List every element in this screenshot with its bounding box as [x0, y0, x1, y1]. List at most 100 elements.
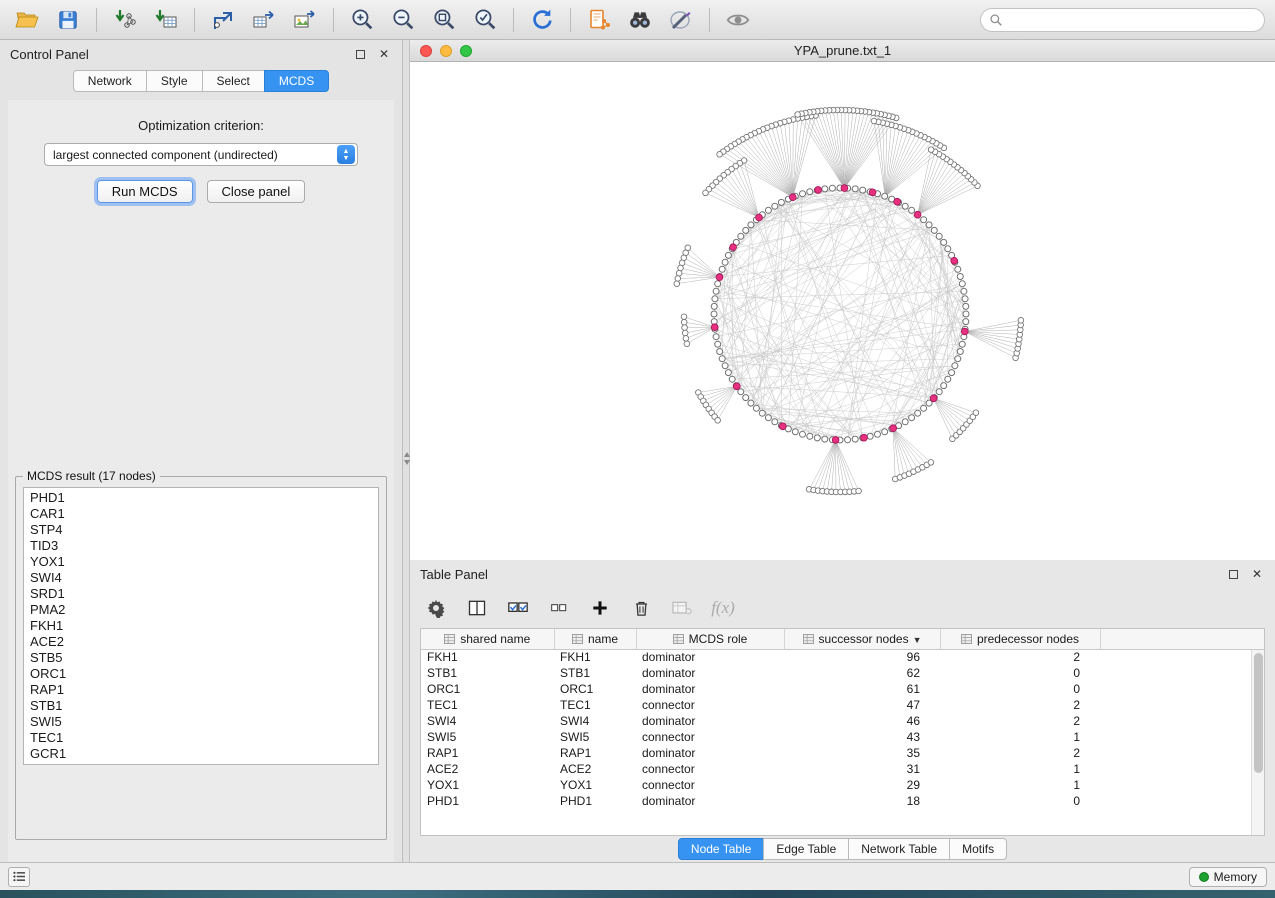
splitter-grip-icon[interactable]	[403, 445, 410, 471]
table-row[interactable]: RAP1RAP1dominator352	[421, 745, 1264, 761]
import-network-button[interactable]	[108, 5, 142, 35]
export-image-button[interactable]	[288, 5, 322, 35]
table-row[interactable]: ACE2ACE2connector311	[421, 761, 1264, 777]
mcds-result-item[interactable]: PHD1	[24, 490, 378, 506]
column-header-shared-name[interactable]: shared name	[421, 629, 554, 649]
table-settings-button[interactable]	[424, 596, 448, 620]
table-cell[interactable]: SWI5	[554, 729, 636, 745]
table-cell[interactable]: dominator	[636, 745, 784, 761]
float-panel-icon[interactable]	[352, 46, 368, 62]
run-mcds-button[interactable]: Run MCDS	[97, 180, 193, 203]
table-scrollbar[interactable]	[1251, 650, 1264, 835]
vizmap-button[interactable]	[664, 5, 698, 35]
memory-button[interactable]: Memory	[1189, 867, 1267, 887]
scrollbar-thumb[interactable]	[1254, 653, 1263, 773]
table-cell[interactable]: 2	[940, 713, 1100, 729]
mcds-result-item[interactable]: CAR1	[24, 506, 378, 522]
table-row[interactable]: STB1STB1dominator620	[421, 665, 1264, 681]
table-cell[interactable]: dominator	[636, 793, 784, 809]
close-table-panel-icon[interactable]: ✕	[1249, 566, 1265, 582]
table-cell[interactable]: 2	[940, 697, 1100, 713]
table-cell[interactable]: RAP1	[421, 745, 554, 761]
table-row[interactable]: YOX1YOX1connector291	[421, 777, 1264, 793]
task-history-button[interactable]	[8, 867, 30, 887]
create-column-button[interactable]	[588, 596, 612, 620]
mcds-result-item[interactable]: GCR1	[24, 746, 378, 762]
table-cell[interactable]: PHD1	[554, 793, 636, 809]
search-box[interactable]	[980, 8, 1265, 32]
refresh-button[interactable]	[525, 5, 559, 35]
table-row[interactable]: TEC1TEC1connector472	[421, 697, 1264, 713]
table-cell[interactable]: 0	[940, 793, 1100, 809]
table-row[interactable]: PHD1PHD1dominator180	[421, 793, 1264, 809]
table-cell[interactable]: RAP1	[554, 745, 636, 761]
first-neighbors-button[interactable]	[623, 5, 657, 35]
table-cell[interactable]: STB1	[554, 665, 636, 681]
tab-style[interactable]: Style	[146, 70, 203, 92]
open-network-file-button[interactable]	[582, 5, 616, 35]
table-cell[interactable]: 35	[784, 745, 940, 761]
tab-select[interactable]: Select	[202, 70, 265, 92]
table-cell[interactable]: 47	[784, 697, 940, 713]
mcds-result-item[interactable]: ORC1	[24, 666, 378, 682]
zoom-out-button[interactable]	[386, 5, 420, 35]
table-cell[interactable]: 0	[940, 681, 1100, 697]
float-table-panel-icon[interactable]	[1225, 566, 1241, 582]
deselect-all-button[interactable]	[547, 596, 571, 620]
maximize-window-icon[interactable]	[460, 45, 472, 57]
zoom-in-button[interactable]	[345, 5, 379, 35]
table-cell[interactable]: 1	[940, 761, 1100, 777]
tab-mcds[interactable]: MCDS	[264, 70, 329, 92]
table-cell[interactable]: TEC1	[421, 697, 554, 713]
mcds-result-item[interactable]: RAP1	[24, 682, 378, 698]
table-cell[interactable]: ACE2	[421, 761, 554, 777]
table-cell[interactable]: 1	[940, 777, 1100, 793]
show-columns-button[interactable]	[465, 596, 489, 620]
mcds-result-item[interactable]: YOX1	[24, 554, 378, 570]
table-cell[interactable]: SWI4	[421, 713, 554, 729]
mcds-result-item[interactable]: STP4	[24, 522, 378, 538]
table-cell[interactable]: 2	[940, 649, 1100, 665]
save-session-button[interactable]	[51, 5, 85, 35]
table-cell[interactable]: dominator	[636, 681, 784, 697]
table-cell[interactable]: ACE2	[554, 761, 636, 777]
mcds-result-item[interactable]: TID3	[24, 538, 378, 554]
table-row[interactable]: ORC1ORC1dominator610	[421, 681, 1264, 697]
table-cell[interactable]: 61	[784, 681, 940, 697]
table-cell[interactable]: 18	[784, 793, 940, 809]
table-cell[interactable]: 43	[784, 729, 940, 745]
table-cell[interactable]: PHD1	[421, 793, 554, 809]
table-cell[interactable]: STB1	[421, 665, 554, 681]
export-network-button[interactable]	[206, 5, 240, 35]
table-cell[interactable]: SWI5	[421, 729, 554, 745]
table-cell[interactable]: dominator	[636, 665, 784, 681]
optimization-criterion-select[interactable]: largest connected component (undirected)…	[44, 143, 358, 166]
export-table-button[interactable]	[247, 5, 281, 35]
panel-splitter[interactable]	[403, 40, 410, 862]
mcds-result-item[interactable]: SWI5	[24, 714, 378, 730]
table-cell[interactable]: connector	[636, 697, 784, 713]
network-graph[interactable]	[410, 62, 1275, 560]
table-cell[interactable]: dominator	[636, 649, 784, 665]
close-panel-icon[interactable]: ✕	[376, 46, 392, 62]
column-header-predecessor-nodes[interactable]: predecessor nodes	[940, 629, 1100, 649]
table-cell[interactable]: ORC1	[554, 681, 636, 697]
table-cell[interactable]: 1	[940, 729, 1100, 745]
show-hide-graphics-button[interactable]	[721, 5, 755, 35]
column-header-name[interactable]: name	[554, 629, 636, 649]
mcds-result-item[interactable]: SWI4	[24, 570, 378, 586]
mcds-result-item[interactable]: TEC1	[24, 730, 378, 746]
table-cell[interactable]: FKH1	[421, 649, 554, 665]
mcds-result-item[interactable]: STB1	[24, 698, 378, 714]
tab-node-table[interactable]: Node Table	[678, 838, 765, 860]
network-view[interactable]	[410, 62, 1275, 560]
table-row[interactable]: SWI4SWI4dominator462	[421, 713, 1264, 729]
column-header-mcds-role[interactable]: MCDS role	[636, 629, 784, 649]
zoom-selected-button[interactable]	[468, 5, 502, 35]
select-all-button[interactable]	[506, 596, 530, 620]
close-window-icon[interactable]	[420, 45, 432, 57]
table-cell[interactable]: ORC1	[421, 681, 554, 697]
table-cell[interactable]: connector	[636, 761, 784, 777]
table-cell[interactable]: TEC1	[554, 697, 636, 713]
mcds-result-item[interactable]: PMA2	[24, 602, 378, 618]
